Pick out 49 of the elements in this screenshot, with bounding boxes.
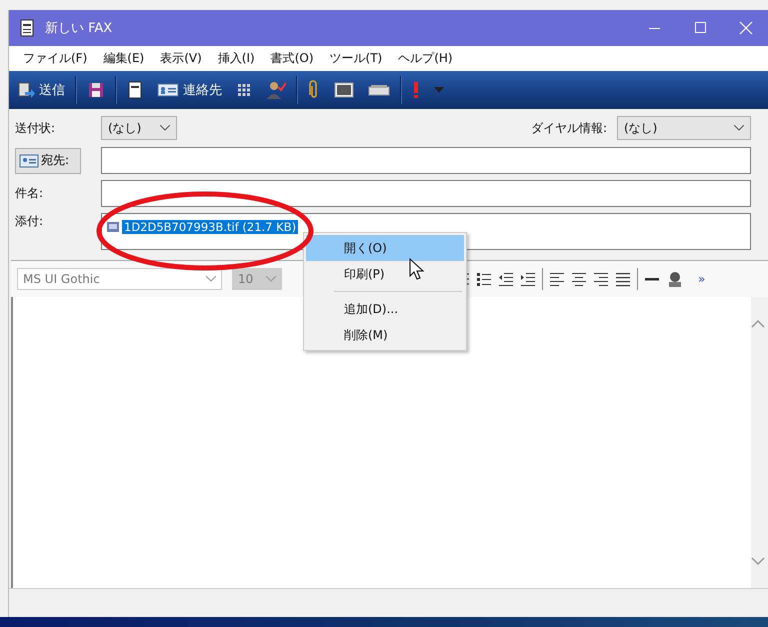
person-check-icon[interactable] bbox=[266, 80, 286, 100]
window-title: 新しい FAX bbox=[45, 20, 112, 37]
justify-icon[interactable] bbox=[615, 271, 631, 287]
menu-item[interactable]: ツール(T) bbox=[322, 50, 390, 67]
mouse-cursor-icon bbox=[409, 258, 425, 282]
image-icon[interactable] bbox=[334, 82, 354, 98]
grid-icon[interactable] bbox=[236, 82, 252, 98]
document-icon bbox=[19, 19, 35, 37]
recipient-field[interactable] bbox=[101, 147, 751, 174]
chevron-down-icon bbox=[160, 125, 170, 131]
file-icon bbox=[106, 220, 120, 234]
dial-info-dropdown[interactable]: (なし) bbox=[617, 116, 751, 140]
menu-item[interactable]: 書式(O) bbox=[262, 50, 322, 67]
send-fax-icon bbox=[17, 81, 35, 99]
context-menu-item[interactable]: 開く(O) bbox=[306, 235, 464, 261]
dial-info-label: ダイヤル情報: bbox=[530, 120, 607, 136]
align-left-icon[interactable] bbox=[549, 271, 565, 287]
document-icon[interactable] bbox=[127, 81, 143, 99]
align-center-icon[interactable] bbox=[571, 271, 587, 287]
send-button[interactable]: 送信 bbox=[13, 81, 69, 99]
indent-icon[interactable] bbox=[520, 271, 536, 287]
chevron-down-icon bbox=[206, 276, 216, 282]
save-icon[interactable] bbox=[87, 81, 105, 99]
align-right-icon[interactable] bbox=[593, 271, 609, 287]
context-menu-item[interactable]: 印刷(P) bbox=[306, 261, 464, 287]
exclamation-icon[interactable] bbox=[412, 80, 420, 100]
menu-item[interactable]: ファイル(F) bbox=[15, 50, 96, 67]
attachment-file[interactable]: 1D2D5B707993B.tif (21.7 KB) bbox=[122, 220, 298, 234]
chevron-down-icon bbox=[734, 125, 744, 131]
recipient-button[interactable]: 宛先: bbox=[15, 148, 81, 174]
paperclip-icon[interactable] bbox=[308, 80, 320, 100]
scanner-icon[interactable] bbox=[368, 83, 390, 97]
context-menu-item[interactable]: 追加(D)... bbox=[306, 296, 464, 322]
chevron-down-icon bbox=[266, 276, 276, 282]
menu-item[interactable]: 表示(V) bbox=[152, 50, 210, 67]
attachment-label: 添付: bbox=[15, 214, 44, 228]
contact-card-icon bbox=[19, 154, 39, 168]
cover-page-label: 送付状: bbox=[15, 120, 56, 136]
context-menu-item[interactable]: 削除(M) bbox=[306, 322, 464, 348]
contact-card-icon bbox=[157, 82, 179, 98]
outdent-icon[interactable] bbox=[498, 271, 514, 287]
menu-item[interactable]: ヘルプ(H) bbox=[390, 50, 461, 67]
subject-field[interactable] bbox=[101, 180, 751, 207]
subject-label: 件名: bbox=[15, 186, 44, 200]
bullet-list-icon[interactable] bbox=[476, 271, 492, 287]
contacts-button[interactable]: 連絡先 bbox=[153, 81, 226, 99]
cover-page-dropdown[interactable]: (なし) bbox=[101, 116, 177, 140]
menu-item[interactable]: 挿入(I) bbox=[210, 50, 263, 67]
menu-item[interactable]: 編集(E) bbox=[95, 50, 152, 67]
